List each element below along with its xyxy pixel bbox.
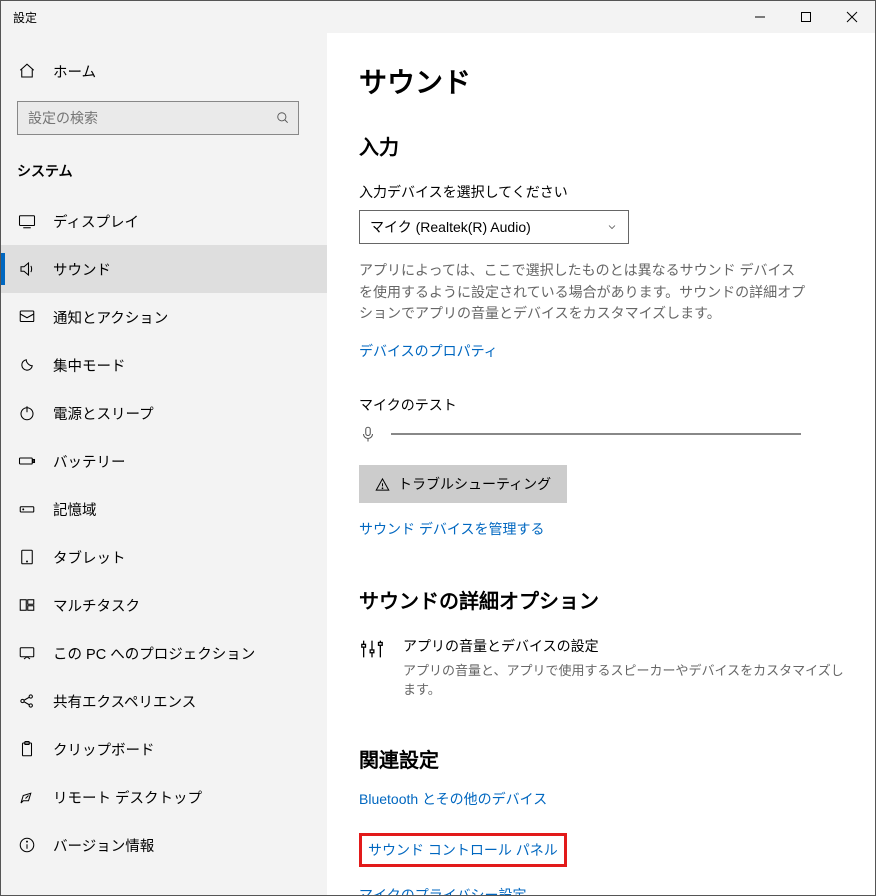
nav-multitask[interactable]: マルチタスク — [1, 581, 327, 629]
section-related: 関連設定 — [359, 744, 845, 773]
nav-clipboard[interactable]: クリップボード — [1, 725, 327, 773]
remote-icon — [17, 788, 37, 806]
main-content: サウンド 入力 入力デバイスを選択してください マイク (Realtek(R) … — [327, 33, 875, 895]
notification-icon — [17, 308, 37, 326]
share-icon — [17, 692, 37, 710]
highlight-box: サウンド コントロール パネル — [359, 833, 567, 867]
home-icon — [17, 62, 37, 80]
projection-icon — [17, 644, 37, 662]
related-sound-cp-link[interactable]: サウンド コントロール パネル — [368, 840, 558, 860]
settings-window: 設定 ホーム — [0, 0, 876, 896]
nav-display[interactable]: ディスプレイ — [1, 197, 327, 245]
nav-label: クリップボード — [53, 739, 155, 760]
input-device-value: マイク (Realtek(R) Audio) — [370, 217, 531, 237]
close-button[interactable] — [829, 1, 875, 33]
section-input: 入力 — [359, 131, 845, 160]
app-volume-sub: アプリの音量と、アプリで使用するスピーカーやデバイスをカスタマイズします。 — [403, 660, 845, 698]
nav-group-label: システム — [1, 143, 327, 191]
nav-label: リモート デスクトップ — [53, 787, 202, 808]
mixer-icon — [359, 636, 385, 698]
nav-tablet[interactable]: タブレット — [1, 533, 327, 581]
troubleshoot-button[interactable]: トラブルシューティング — [359, 465, 567, 503]
nav-label: 通知とアクション — [53, 307, 168, 328]
nav-label: 記憶域 — [53, 499, 97, 520]
nav-label: マルチタスク — [53, 595, 140, 616]
warning-icon — [375, 477, 390, 492]
troubleshoot-label: トラブルシューティング — [398, 474, 551, 494]
search-input[interactable] — [18, 102, 298, 134]
input-help-text: アプリによっては、ここで選択したものとは異なるサウンド デバイスを使用するように… — [359, 260, 809, 325]
multitask-icon — [17, 596, 37, 614]
nav-label: 共有エクスペリエンス — [53, 691, 196, 712]
sidebar: ホーム システム ディスプレイ サウンド — [1, 33, 327, 895]
maximize-button[interactable] — [783, 1, 829, 33]
mic-level-meter — [391, 433, 801, 435]
power-icon — [17, 404, 37, 422]
home-nav[interactable]: ホーム — [1, 49, 327, 93]
titlebar: 設定 — [1, 1, 875, 33]
nav-label: バッテリー — [53, 451, 126, 472]
storage-icon — [17, 500, 37, 518]
chevron-down-icon — [606, 221, 618, 233]
nav-label: 電源とスリープ — [53, 403, 154, 424]
nav-storage[interactable]: 記憶域 — [1, 485, 327, 533]
tablet-icon — [17, 548, 37, 566]
nav-notifications[interactable]: 通知とアクション — [1, 293, 327, 341]
nav-power[interactable]: 電源とスリープ — [1, 389, 327, 437]
nav-projection[interactable]: この PC へのプロジェクション — [1, 629, 327, 677]
home-label: ホーム — [53, 61, 96, 82]
input-device-select[interactable]: マイク (Realtek(R) Audio) — [359, 210, 629, 244]
search-icon — [276, 111, 290, 125]
input-device-label: 入力デバイスを選択してください — [359, 182, 845, 202]
nav-label: タブレット — [53, 547, 126, 568]
clipboard-icon — [17, 740, 37, 758]
nav-about[interactable]: バージョン情報 — [1, 821, 327, 869]
search-box[interactable] — [17, 101, 299, 135]
minimize-button[interactable] — [737, 1, 783, 33]
nav-shared[interactable]: 共有エクスペリエンス — [1, 677, 327, 725]
info-icon — [17, 836, 37, 854]
nav-sound[interactable]: サウンド — [1, 245, 327, 293]
nav-battery[interactable]: バッテリー — [1, 437, 327, 485]
microphone-icon — [359, 423, 377, 445]
nav-label: サウンド — [53, 259, 111, 280]
window-title: 設定 — [1, 1, 49, 34]
focus-icon — [17, 356, 37, 374]
nav-label: この PC へのプロジェクション — [53, 643, 255, 664]
nav-label: ディスプレイ — [53, 211, 139, 232]
app-volume-item[interactable]: アプリの音量とデバイスの設定 アプリの音量と、アプリで使用するスピーカーやデバイ… — [359, 636, 845, 698]
related-mic-privacy-link[interactable]: マイクのプライバシー設定 — [359, 885, 526, 895]
mic-test-label: マイクのテスト — [359, 395, 845, 415]
manage-devices-link[interactable]: サウンド デバイスを管理する — [359, 519, 544, 539]
nav-remote[interactable]: リモート デスクトップ — [1, 773, 327, 821]
nav-label: 集中モード — [53, 355, 126, 376]
related-bluetooth-link[interactable]: Bluetooth とその他のデバイス — [359, 789, 547, 809]
device-properties-link[interactable]: デバイスのプロパティ — [359, 341, 498, 361]
page-title: サウンド — [359, 61, 845, 101]
battery-icon — [17, 452, 37, 470]
display-icon — [17, 212, 37, 230]
section-advanced: サウンドの詳細オプション — [359, 585, 845, 614]
nav-list: ディスプレイ サウンド 通知とアクション 集中モード 電源とスリープ — [1, 197, 327, 869]
nav-label: バージョン情報 — [53, 835, 154, 856]
app-volume-title: アプリの音量とデバイスの設定 — [403, 636, 845, 656]
nav-focus[interactable]: 集中モード — [1, 341, 327, 389]
sound-icon — [17, 260, 37, 278]
